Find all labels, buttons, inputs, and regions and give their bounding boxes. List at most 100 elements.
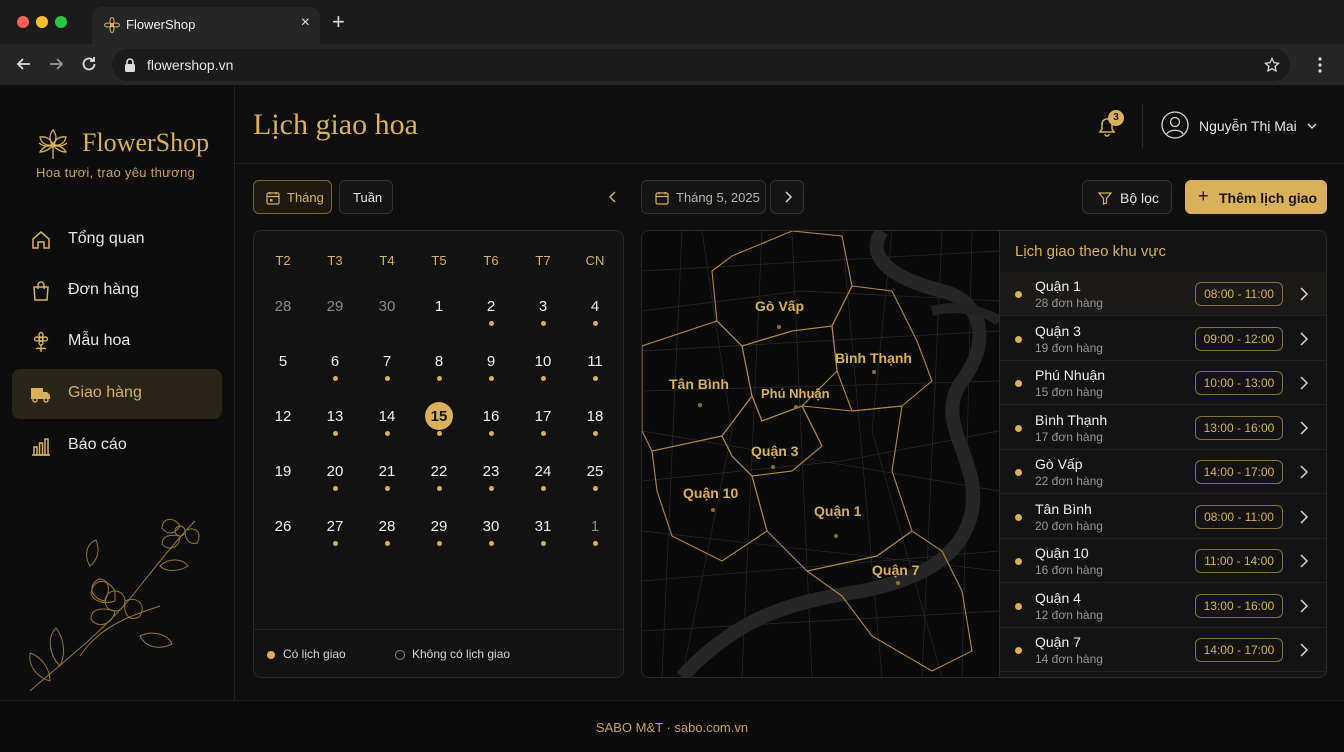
- header-divider: [1142, 104, 1143, 148]
- calendar-day[interactable]: 1: [569, 518, 621, 548]
- url-field[interactable]: flowershop.vn: [112, 49, 1290, 81]
- calendar-day-number: 22: [430, 463, 448, 480]
- calendar-day[interactable]: 13: [309, 408, 361, 438]
- add-delivery-button[interactable]: + Thêm lịch giao: [1185, 180, 1327, 214]
- calendar-day[interactable]: 30: [465, 518, 517, 548]
- current-period-selector[interactable]: Tháng 5, 2025: [641, 180, 766, 214]
- calendar-day[interactable]: 11: [569, 353, 621, 383]
- calendar-day[interactable]: 6: [309, 353, 361, 383]
- chevron-right-icon[interactable]: [1299, 598, 1309, 613]
- calendar-day[interactable]: 1: [413, 298, 465, 328]
- region-order-count: 22 đơn hàng: [1035, 474, 1103, 488]
- calendar-day[interactable]: 31: [517, 518, 569, 548]
- chevron-right-icon[interactable]: [1299, 376, 1309, 390]
- chevron-right-icon: [785, 191, 793, 203]
- calendar-day[interactable]: 21: [361, 463, 413, 493]
- calendar-day[interactable]: 28: [257, 298, 309, 328]
- calendar-day[interactable]: 10: [517, 353, 569, 383]
- calendar-day[interactable]: 14: [361, 408, 413, 438]
- region-row[interactable]: Quận 10 16 đơn hàng 11:00 - 14:00: [1000, 539, 1326, 583]
- avatar[interactable]: [1161, 111, 1189, 139]
- forward-arrow-icon[interactable]: [46, 54, 66, 74]
- delivery-map[interactable]: Gò Vấp Bình Thạnh Tân Bình Phú Nhuận Quậ…: [642, 231, 1002, 677]
- calendar-day[interactable]: 9: [465, 353, 517, 383]
- calendar-day[interactable]: 26: [257, 518, 309, 548]
- calendar-day-number: 14: [378, 408, 396, 425]
- region-row[interactable]: Quận 1 28 đơn hàng 08:00 - 11:00: [1000, 272, 1326, 316]
- calendar-day[interactable]: 27: [309, 518, 361, 548]
- calendar-day[interactable]: 3: [517, 298, 569, 328]
- chevron-right-icon[interactable]: [1299, 554, 1309, 568]
- sidebar-item-label: Tổng quan: [68, 230, 145, 247]
- region-schedule-list: Lịch giao theo khu vực Quận 1 28 đơn hàng…: [999, 231, 1326, 677]
- calendar-day[interactable]: 18: [569, 408, 621, 438]
- calendar-day[interactable]: 28: [361, 518, 413, 548]
- region-row[interactable]: Quận 7 14 đơn hàng 14:00 - 17:00: [1000, 628, 1326, 672]
- filter-button[interactable]: Bộ lọc: [1082, 180, 1172, 214]
- bookmark-star-icon[interactable]: [1264, 57, 1280, 73]
- region-row[interactable]: Tân Bình 20 đơn hàng 08:00 - 11:00: [1000, 495, 1326, 539]
- prev-month-icon[interactable]: [608, 191, 618, 203]
- calendar-day-number: 29: [326, 298, 344, 315]
- calendar-day[interactable]: 19: [257, 463, 309, 493]
- user-name[interactable]: Nguyễn Thị Mai: [1199, 118, 1297, 134]
- region-dot: [1015, 513, 1022, 521]
- sidebar-item-overview[interactable]: Tổng quan: [12, 215, 222, 265]
- district-label-phu-nhuan: Phú Nhuận: [761, 386, 830, 401]
- calendar-day[interactable]: 23: [465, 463, 517, 493]
- sidebar-item-flower-designs[interactable]: Mẫu hoa: [12, 317, 222, 367]
- region-row[interactable]: Gò Vấp 22 đơn hàng 14:00 - 17:00: [1000, 450, 1326, 494]
- calendar-day[interactable]: 20: [309, 463, 361, 493]
- view-month-button[interactable]: Tháng: [253, 180, 332, 214]
- chevron-right-icon[interactable]: [1299, 509, 1309, 524]
- calendar-day[interactable]: 5: [257, 353, 309, 383]
- browser-tab[interactable]: FlowerShop ×: [92, 7, 320, 44]
- calendar-day[interactable]: 17: [517, 408, 569, 438]
- delivery-indicator-dot: [384, 431, 390, 436]
- region-row[interactable]: Quận 4 12 đơn hàng 13:00 - 16:00: [1000, 584, 1326, 628]
- filter-icon: [1098, 192, 1112, 205]
- calendar-day[interactable]: 2: [465, 298, 517, 328]
- sidebar-item-reports[interactable]: Báo cáo: [12, 421, 222, 471]
- home-icon: [32, 231, 50, 249]
- chevron-right-icon[interactable]: [1299, 287, 1309, 301]
- sidebar-item-orders[interactable]: Đơn hàng: [12, 266, 222, 316]
- calendar-day[interactable]: 25: [569, 463, 621, 493]
- page-title: Lịch giao hoa: [253, 108, 418, 141]
- calendar-day-today[interactable]: 15: [413, 402, 465, 438]
- browser-menu-icon[interactable]: [1313, 56, 1327, 74]
- calendar-day[interactable]: 24: [517, 463, 569, 493]
- region-row[interactable]: Quận 3 19 đơn hàng 09:00 - 12:00: [1000, 317, 1326, 361]
- chevron-right-icon[interactable]: [1299, 331, 1309, 346]
- calendar-day-number: 1: [590, 518, 600, 535]
- new-tab-icon[interactable]: +: [332, 10, 345, 34]
- reload-icon[interactable]: [79, 54, 99, 74]
- calendar-day[interactable]: 29: [309, 298, 361, 328]
- region-order-count: 12 đơn hàng: [1035, 607, 1103, 622]
- maximize-window-button[interactable]: [55, 16, 67, 28]
- chevron-down-icon[interactable]: [1306, 120, 1318, 132]
- calendar-day[interactable]: 8: [413, 353, 465, 383]
- close-window-button[interactable]: [17, 16, 29, 28]
- calendar-day[interactable]: 4: [569, 298, 621, 328]
- region-row[interactable]: Phú Nhuận 15 đơn hàng 10:00 - 13:00: [1000, 361, 1326, 405]
- close-tab-icon[interactable]: ×: [301, 14, 310, 32]
- chevron-right-icon[interactable]: [1299, 465, 1309, 479]
- calendar-day[interactable]: 16: [465, 408, 517, 438]
- calendar-day[interactable]: 22: [413, 463, 465, 493]
- minimize-window-button[interactable]: [36, 16, 48, 28]
- view-week-button[interactable]: Tuần: [339, 180, 393, 214]
- calendar-day[interactable]: 7: [361, 353, 413, 383]
- chevron-right-icon[interactable]: [1299, 420, 1309, 435]
- back-arrow-icon[interactable]: [14, 54, 34, 74]
- next-month-button[interactable]: [770, 180, 804, 214]
- chevron-right-icon[interactable]: [1299, 643, 1309, 657]
- calendar-day-number: 20: [326, 463, 344, 480]
- calendar-day[interactable]: 12: [257, 408, 309, 438]
- calendar-day[interactable]: 29: [413, 518, 465, 548]
- sidebar-item-delivery[interactable]: Giao hàng: [12, 369, 222, 419]
- flower-icon: [33, 331, 49, 352]
- calendar-day-number: 13: [326, 408, 344, 425]
- region-row[interactable]: Bình Thạnh 17 đơn hàng 13:00 - 16:00: [1000, 406, 1326, 450]
- calendar-day[interactable]: 30: [361, 298, 413, 328]
